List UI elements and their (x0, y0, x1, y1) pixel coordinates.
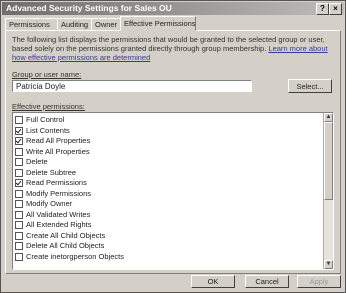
description-text: The following list displays the permissi… (12, 35, 334, 62)
permission-checkbox[interactable] (15, 158, 23, 166)
apply-button[interactable]: Apply (297, 275, 341, 288)
permission-checkbox[interactable] (15, 137, 23, 145)
permission-checkbox[interactable] (15, 168, 23, 177)
ok-button[interactable]: OK (191, 275, 235, 288)
permission-checkbox[interactable] (15, 210, 23, 219)
group-or-user-name-field[interactable]: Patricia Doyle (12, 80, 252, 92)
cancel-button[interactable]: Cancel (245, 275, 289, 288)
permission-checkbox[interactable] (15, 221, 23, 229)
permission-checkbox[interactable] (15, 242, 23, 250)
title-bar[interactable]: Advanced Security Settings for Sales OU … (2, 2, 344, 15)
permission-label: Write All Properties (26, 146, 90, 156)
vertical-scrollbar[interactable]: ▲ ▼ (323, 113, 333, 269)
permission-label: Delete All Child Objects (26, 241, 105, 250)
permission-label: List Contents (26, 125, 70, 135)
scroll-down-arrow-icon[interactable]: ▼ (324, 260, 333, 269)
permission-label: Read Permissions (26, 178, 87, 187)
permission-checkbox[interactable] (15, 179, 23, 187)
tab-effective-permissions[interactable]: Effective Permissions (120, 16, 196, 31)
select-button[interactable]: Select... (288, 79, 332, 93)
permission-checkbox[interactable] (15, 116, 23, 124)
permission-label: All Extended Rights (26, 220, 92, 229)
window-title: Advanced Security Settings for Sales OU (6, 3, 172, 13)
permission-checkbox[interactable] (15, 200, 23, 208)
permission-label: Create All Child Objects (26, 230, 106, 240)
permission-label: Create inetorgperson Objects (26, 251, 124, 261)
effective-permissions-list[interactable]: ▲ ▼ Full Control List Contents Read All Pr… (12, 112, 334, 270)
permission-label: Modify Permissions (26, 188, 92, 198)
scroll-thumb[interactable] (324, 122, 333, 200)
permission-checkbox[interactable] (15, 231, 23, 240)
advanced-security-settings-window: Advanced Security Settings for Sales OU … (0, 0, 346, 293)
permission-checkbox[interactable] (15, 147, 23, 156)
permission-label: Delete (26, 157, 48, 166)
effective-permissions-panel: The following list displays the permissi… (5, 30, 341, 274)
help-button[interactable]: ? (316, 3, 329, 15)
permission-checkbox[interactable] (15, 189, 23, 198)
effective-permissions-label: Effective permissions: (12, 102, 85, 111)
permission-checkbox[interactable] (15, 126, 23, 135)
permission-label: Read All Properties (26, 136, 91, 145)
scroll-up-arrow-icon[interactable]: ▲ (324, 113, 333, 122)
permission-label: Full Control (26, 115, 65, 124)
permission-label: All Validated Writes (26, 209, 91, 219)
permission-checkbox[interactable] (15, 252, 23, 261)
close-button[interactable]: × (329, 3, 342, 15)
group-or-user-label: Group or user name: (12, 70, 82, 79)
permission-label: Delete Subtree (26, 167, 77, 177)
permission-label: Modify Owner (26, 199, 73, 208)
